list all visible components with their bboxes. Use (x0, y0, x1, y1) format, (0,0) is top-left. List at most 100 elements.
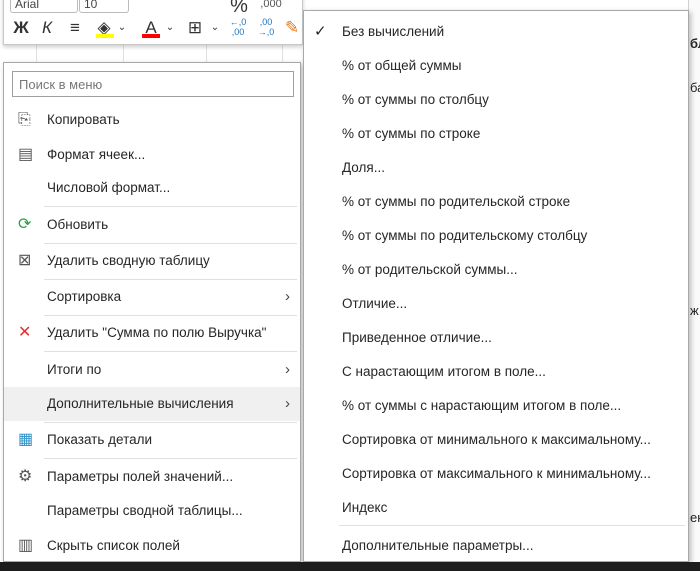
menu-item-label: % от суммы по столбцу (342, 92, 489, 107)
chevron-down-icon[interactable]: ⌄ (209, 17, 221, 39)
field-settings-icon: ⚙ (18, 468, 33, 485)
font-size-select[interactable]: 10 (79, 0, 129, 13)
context-menu-item[interactable]: ⟳ Обновить (4, 208, 300, 242)
context-menu-item[interactable]: ▤ Формат ячеек... (4, 138, 300, 172)
chevron-right-icon: › (285, 288, 290, 305)
cell-text: ен (690, 510, 700, 525)
menu-item-label: Формат ячеек... (47, 147, 146, 162)
menu-item-label: Копировать (47, 112, 120, 127)
submenu-item[interactable]: % от общей суммы (304, 49, 688, 83)
field-list-icon: ▥ (18, 537, 34, 554)
menu-item-label: Обновить (47, 217, 109, 232)
borders-icon[interactable]: ⊞ (184, 17, 206, 39)
menu-item-label: Показать детали (47, 432, 153, 447)
submenu-item[interactable]: Отличие... (304, 287, 688, 321)
chevron-right-icon: › (285, 395, 290, 412)
copy-icon: ⎘ (18, 111, 31, 128)
submenu-item[interactable]: ✓ Без вычислений (304, 15, 688, 49)
submenu-item[interactable]: % от суммы по родительскому столбцу (304, 219, 688, 253)
submenu-item[interactable]: % от родительской суммы... (304, 253, 688, 287)
context-menu-item[interactable]: Итоги по › (4, 353, 300, 387)
context-menu-item[interactable]: ⊠ Удалить сводную таблицу (4, 244, 300, 278)
context-menu-item[interactable]: ▥ Скрыть список полей (4, 529, 300, 563)
menu-item-label: % от общей суммы (342, 58, 462, 73)
menu-item-label: Отличие... (342, 296, 408, 311)
percent-button[interactable]: % (224, 0, 254, 17)
menu-item-label: С нарастающим итогом в поле... (342, 364, 546, 379)
submenu-item[interactable]: % от суммы по родительской строке (304, 185, 688, 219)
menu-item-label: Дополнительные вычисления (47, 396, 234, 411)
submenu-item[interactable]: С нарастающим итогом в поле... (304, 355, 688, 389)
fill-color-button[interactable]: ◈ (94, 17, 114, 39)
menu-item-label: Сортировка от минимального к максимально… (342, 432, 651, 447)
show-details-icon: ▦ (18, 431, 34, 448)
menu-item-label: Удалить сводную таблицу (47, 253, 210, 268)
menu-item-label: Удалить "Сумма по полю Выручка" (47, 325, 267, 340)
menu-separator (339, 525, 685, 526)
fill-color-swatch (96, 34, 114, 38)
menu-separator (44, 351, 297, 352)
menu-item-label: % от родительской суммы... (342, 262, 518, 277)
context-menu-item[interactable]: Дополнительные вычисления › (4, 387, 300, 421)
mini-toolbar: Arial 10 % ,000 Ж К ≡ ◈ ⌄ A ⌄ ⊞ ⌄ ←,0 ,0… (3, 0, 303, 45)
font-color-swatch (142, 34, 160, 38)
menu-item-label: % от суммы по родительской строке (342, 194, 571, 209)
chevron-down-icon[interactable]: ⌄ (164, 17, 176, 39)
menu-item-label: Доля... (342, 160, 385, 175)
checkmark-icon: ✓ (314, 23, 327, 40)
menu-item-label: % от суммы по строке (342, 126, 481, 141)
context-menu-item[interactable]: ⚙ Параметры полей значений... (4, 460, 300, 494)
decrease-decimal-button[interactable]: ,00 →,0 (254, 17, 278, 39)
submenu-item[interactable]: % от суммы по строке (304, 117, 688, 151)
menu-item-label: Параметры сводной таблицы... (47, 503, 243, 518)
context-menu-item[interactable]: ▦ Показать детали (4, 423, 300, 457)
font-color-button[interactable]: A (140, 17, 162, 39)
menu-item-label: Дополнительные параметры... (342, 538, 534, 553)
submenu-item[interactable]: Доля... (304, 151, 688, 185)
taskbar (0, 562, 700, 571)
cell-text: бл (690, 36, 700, 51)
menu-item-label: Без вычислений (342, 24, 445, 39)
menu-search-input[interactable]: Поиск в меню (12, 71, 294, 97)
context-menu-item[interactable]: Сортировка › (4, 280, 300, 314)
chevron-right-icon: › (285, 361, 290, 378)
menu-item-label: Параметры полей значений... (47, 469, 234, 484)
context-menu-item[interactable]: Параметры сводной таблицы... (4, 494, 300, 528)
chevron-down-icon[interactable]: ⌄ (116, 17, 128, 39)
delete-pivot-icon: ⊠ (18, 252, 32, 269)
menu-item-label: % от суммы по родительскому столбцу (342, 228, 588, 243)
context-menu-item[interactable]: Числовой формат... (4, 171, 300, 205)
increase-decimal-button[interactable]: ←,0 ,00 (226, 17, 250, 39)
menu-item-label: Итоги по (47, 362, 102, 377)
menu-item-label: Числовой формат... (47, 180, 171, 195)
submenu-item[interactable]: Сортировка от максимального к минимально… (304, 457, 688, 491)
menu-item-label: Приведенное отличие... (342, 330, 492, 345)
refresh-icon: ⟳ (18, 216, 32, 233)
context-menu-item[interactable]: ⎘ Копировать (4, 103, 300, 137)
menu-item-label: Сортировка от максимального к минимально… (342, 466, 651, 481)
context-menu-item[interactable]: ✕ Удалить "Сумма по полю Выручка" (4, 316, 300, 350)
sheet-right-column[interactable]: бл ба ж ен (688, 0, 700, 562)
menu-item-label: Скрыть список полей (47, 538, 180, 553)
bold-button[interactable]: Ж (10, 17, 32, 39)
delete-x-icon: ✕ (18, 324, 32, 341)
additional-calculations-submenu: ✓ Без вычислений % от общей суммы % от сумм… (303, 10, 689, 562)
context-menu: Поиск в меню ⎘ Копировать ▤ Формат ячеек...… (3, 62, 301, 562)
submenu-item[interactable]: Сортировка от минимального к максимально… (304, 423, 688, 457)
submenu-item[interactable]: % от суммы по столбцу (304, 83, 688, 117)
italic-button[interactable]: К (36, 17, 58, 39)
cell-text: ж (690, 303, 699, 318)
menu-separator (44, 206, 297, 207)
format-cells-icon: ▤ (18, 146, 34, 163)
menu-item-label: Индекс (342, 500, 388, 515)
menu-separator (44, 458, 297, 459)
submenu-item[interactable]: Приведенное отличие... (304, 321, 688, 355)
format-painter-icon[interactable]: ✎ (282, 17, 302, 39)
font-select[interactable]: Arial (10, 0, 78, 13)
submenu-item[interactable]: % от суммы с нарастающим итогом в поле..… (304, 389, 688, 423)
cell-text: ба (690, 80, 700, 95)
menu-item-label: % от суммы с нарастающим итогом в поле..… (342, 398, 622, 413)
align-center-icon[interactable]: ≡ (64, 17, 86, 39)
submenu-item[interactable]: Дополнительные параметры... (304, 529, 688, 563)
submenu-item[interactable]: Индекс (304, 491, 688, 525)
